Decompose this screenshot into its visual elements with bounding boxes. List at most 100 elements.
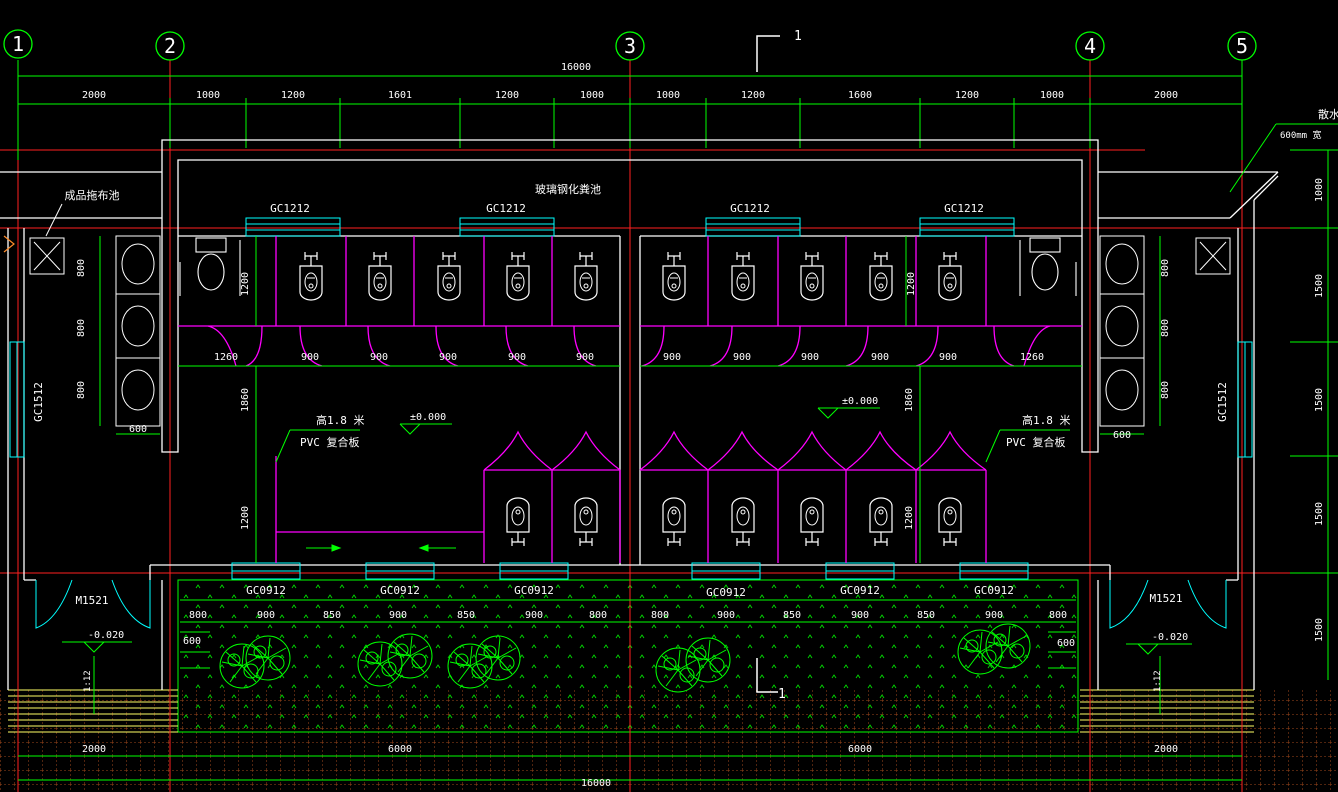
dim-top-8: 1200 bbox=[741, 90, 765, 101]
garden-dim-13: 900 bbox=[985, 610, 1003, 621]
window-side-left: GC1512 bbox=[32, 382, 45, 422]
stall-width-l5: 900 bbox=[508, 352, 526, 363]
partition-note-right-2: PVC 复合板 bbox=[1006, 435, 1066, 449]
right-edge-dimension-line bbox=[1290, 149, 1338, 680]
stall-width-r6: 1260 bbox=[1020, 352, 1044, 363]
right-edge-dimension-texts: 1000 1500 1500 1500 1500 bbox=[1314, 178, 1325, 642]
basin-width-left: 600 bbox=[129, 424, 147, 435]
right-edge-note-2: 600mm 宽 bbox=[1280, 129, 1322, 141]
basin-spacing-r1: 800 bbox=[1160, 259, 1171, 277]
bottom-stall-depth: 1200 bbox=[240, 506, 251, 530]
aisle-depth-right: 1860 bbox=[904, 388, 915, 412]
dim-top-11: 1000 bbox=[1040, 90, 1064, 101]
garden-dim-3: 850 bbox=[323, 610, 341, 621]
garden-dim-5: 850 bbox=[457, 610, 475, 621]
ramp-note-right: 1:12 bbox=[1153, 670, 1163, 692]
dim-bottom-4: 2000 bbox=[1154, 744, 1178, 755]
basin-spacing-l1: 800 bbox=[76, 259, 87, 277]
grid-label-5: 5 bbox=[1236, 34, 1248, 58]
grid-labels: 1 2 3 4 5 bbox=[12, 32, 1248, 58]
grid-label-3: 3 bbox=[624, 34, 636, 58]
partition-note-left-1: 高1.8 米 bbox=[316, 413, 365, 427]
stall-width-l2: 900 bbox=[301, 352, 319, 363]
stall-width-r3: 900 bbox=[801, 352, 819, 363]
window-bottom-5: GC0912 bbox=[840, 584, 880, 597]
stall-width-l1: 1260 bbox=[214, 352, 238, 363]
stall-width-l3: 900 bbox=[370, 352, 388, 363]
garden-dim-2: 900 bbox=[257, 610, 275, 621]
floor-level-right: ±0.000 bbox=[842, 396, 878, 407]
aisle-depth: 1860 bbox=[240, 388, 251, 412]
right-dim-5: 1500 bbox=[1314, 618, 1325, 642]
window-bottom-1: GC0912 bbox=[246, 584, 286, 597]
entrance-level-right: -0.020 bbox=[1152, 632, 1188, 643]
dim-top-3: 1200 bbox=[281, 90, 305, 101]
garden-dim-6: 900 bbox=[525, 610, 543, 621]
grid-label-2: 2 bbox=[164, 34, 176, 58]
window-bottom-6: GC0912 bbox=[974, 584, 1014, 597]
garden-dim-14: 800 bbox=[1049, 610, 1067, 621]
floor-level-left: ±0.000 bbox=[410, 412, 446, 423]
mop-sink-left bbox=[29, 237, 65, 275]
window-top-2: GC1212 bbox=[486, 202, 526, 215]
mop-sink-label: 成品拖布池 bbox=[65, 188, 120, 202]
window-bottom-4: GC0912 bbox=[706, 586, 746, 599]
right-dim-2: 1500 bbox=[1314, 274, 1325, 298]
garden-dim-8: 800 bbox=[651, 610, 669, 621]
vertical-dimension-texts: 1200 1200 1860 1860 1200 1200 800 800 80… bbox=[76, 259, 1171, 530]
stall-width-r5: 900 bbox=[939, 352, 957, 363]
dim-top-12: 2000 bbox=[1154, 90, 1178, 101]
right-dim-3: 1500 bbox=[1314, 388, 1325, 412]
dim-bottom-3: 6000 bbox=[848, 744, 872, 755]
stall-depth: 1200 bbox=[240, 272, 251, 296]
stall-width-texts: 1260 900 900 900 900 900 900 900 900 900… bbox=[214, 352, 1044, 363]
window-bottom-2: GC0912 bbox=[380, 584, 420, 597]
dim-bottom-2: 6000 bbox=[388, 744, 412, 755]
ramp-note-left: 1:12 bbox=[83, 670, 93, 692]
overall-dimension-top: 16000 bbox=[561, 62, 591, 73]
section-marker-label: 1 bbox=[794, 29, 802, 44]
top-window-labels: GC1212 GC1212 GC1212 GC1212 bbox=[270, 202, 984, 215]
right-edge-note-1: 散水 bbox=[1318, 107, 1338, 121]
bottom-squat-toilets bbox=[506, 497, 962, 547]
toilet-floor-plan: 1 2 3 4 5 1 1 16000 2000 1000 1200 1601 … bbox=[0, 29, 1338, 792]
dim-top-1: 2000 bbox=[82, 90, 106, 101]
stall-width-r4: 900 bbox=[871, 352, 889, 363]
step-width-left: 600 bbox=[183, 636, 201, 647]
side-window-frames bbox=[9, 341, 1253, 458]
section-marker-top bbox=[756, 35, 780, 72]
dim-bottom-1: 2000 bbox=[82, 744, 106, 755]
flow-arrows bbox=[306, 544, 456, 552]
garden-area bbox=[177, 579, 1079, 733]
basin-spacing-r3: 800 bbox=[1160, 381, 1171, 399]
dim-top-9: 1600 bbox=[848, 90, 872, 101]
dim-top-2: 1000 bbox=[196, 90, 220, 101]
window-bottom-3: GC0912 bbox=[514, 584, 554, 597]
garden-dim-1: 800 bbox=[189, 610, 207, 621]
basins-right bbox=[1099, 235, 1145, 427]
window-top-1: GC1212 bbox=[270, 202, 310, 215]
dim-top-4: 1601 bbox=[388, 90, 412, 101]
overall-dimension-bottom: 16000 bbox=[581, 778, 611, 789]
bottom-stall-depth-right: 1200 bbox=[904, 506, 915, 530]
accessible-toilet-left bbox=[179, 237, 241, 296]
level-mark-right bbox=[817, 407, 880, 419]
septic-tank-label: 玻璃钢化粪池 bbox=[535, 182, 601, 196]
dim-top-6: 1000 bbox=[580, 90, 604, 101]
partition-note-right-1: 高1.8 米 bbox=[1022, 413, 1071, 427]
garden-dim-4: 900 bbox=[389, 610, 407, 621]
garden-dim-9: 900 bbox=[717, 610, 735, 621]
grid-label-4: 4 bbox=[1084, 34, 1096, 58]
partition-note-left-2: PVC 复合板 bbox=[300, 435, 360, 449]
mop-sink-leader bbox=[45, 203, 63, 237]
garden-dim-7: 800 bbox=[589, 610, 607, 621]
entrance-level-left: -0.020 bbox=[88, 630, 124, 641]
entry-arrow-icon bbox=[3, 235, 15, 253]
window-side-right: GC1512 bbox=[1216, 382, 1229, 422]
garden-dim-11: 900 bbox=[851, 610, 869, 621]
basin-spacing-r2: 800 bbox=[1160, 319, 1171, 337]
window-top-3: GC1212 bbox=[730, 202, 770, 215]
dim-top-5: 1200 bbox=[495, 90, 519, 101]
garden-dim-10: 850 bbox=[783, 610, 801, 621]
right-dim-1: 1000 bbox=[1314, 178, 1325, 202]
